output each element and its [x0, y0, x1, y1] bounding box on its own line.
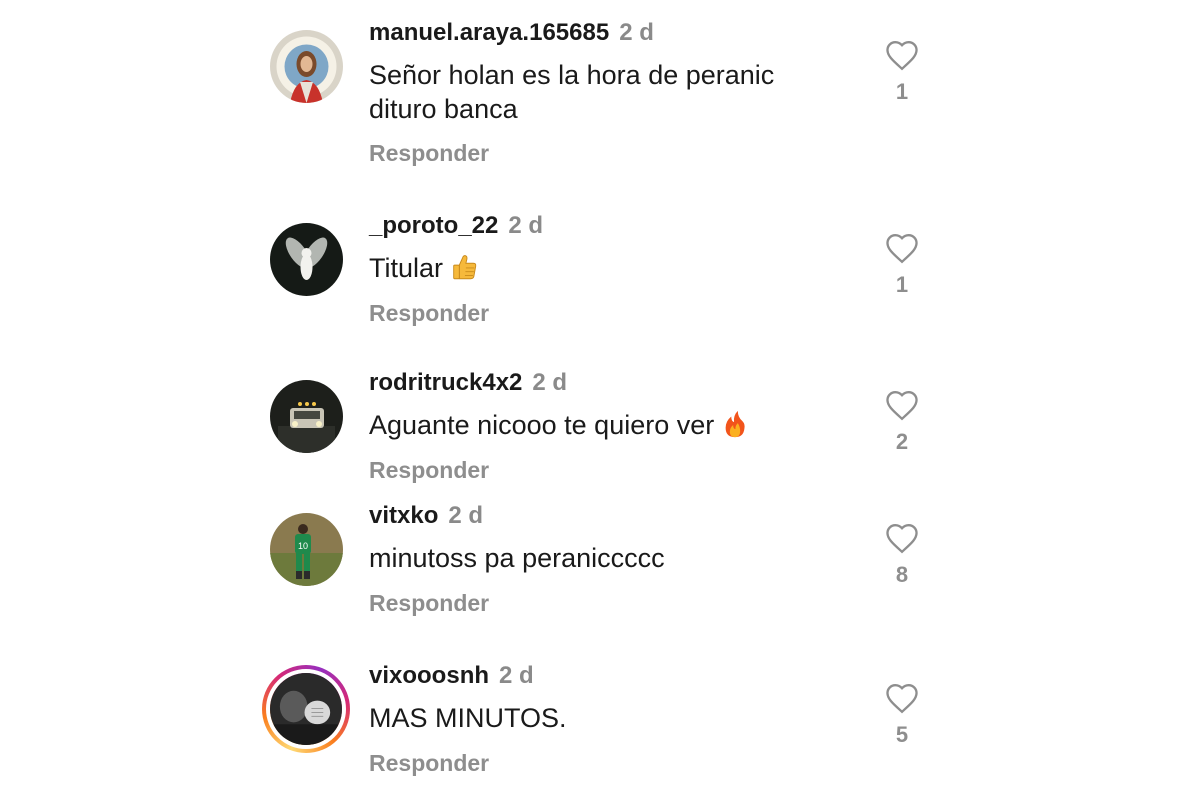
comment-text-content: Titular	[369, 253, 444, 283]
comment-header: vitxko 2 d	[369, 501, 483, 531]
avatar[interactable]	[270, 223, 343, 296]
story-ring-avatar[interactable]	[262, 665, 350, 753]
like-control: 2	[882, 389, 922, 455]
like-count: 1	[895, 272, 909, 297]
comment-text: MAS MINUTOS.	[369, 703, 567, 733]
timestamp: 2 d	[508, 212, 544, 239]
comment-header: rodritruck4x2 2 d	[369, 368, 567, 398]
username[interactable]: vitxko	[369, 502, 438, 529]
timestamp: 2 d	[448, 502, 484, 529]
like-control: 1	[882, 232, 922, 298]
timestamp: 2 d	[619, 19, 654, 46]
timestamp: 2 d	[499, 662, 534, 689]
heart-outline-icon[interactable]	[884, 522, 920, 554]
thumbs-up-emoji	[453, 255, 477, 280]
truck-night-avatar	[270, 380, 343, 453]
avatar[interactable]	[270, 30, 343, 103]
like-count: 5	[895, 722, 909, 747]
fire-emoji	[725, 410, 745, 438]
like-control: 8	[882, 522, 922, 588]
bw-photo-avatar	[266, 669, 346, 749]
comment-text: Señor holan es la hora de peranic dituro…	[369, 60, 775, 124]
reply-button[interactable]: Responder	[369, 589, 489, 617]
like-count: 8	[895, 562, 909, 587]
heart-outline-icon[interactable]	[884, 232, 920, 264]
soccer-player-avatar: 10	[270, 513, 343, 586]
svg-text:10: 10	[298, 541, 308, 551]
username[interactable]: manuel.araya.165685	[369, 19, 609, 46]
comment-text: Titular	[369, 251, 829, 285]
jesus-portrait-avatar	[270, 30, 343, 103]
comment-header: manuel.araya.165685 2 d	[369, 18, 654, 48]
comment-text: minutoss pa peraniccccc	[369, 543, 665, 573]
heart-outline-icon[interactable]	[884, 39, 920, 71]
reply-button[interactable]: Responder	[369, 139, 489, 167]
like-control: 5	[882, 682, 922, 748]
username[interactable]: vixooosnh	[369, 662, 489, 689]
like-count: 1	[895, 79, 909, 104]
comment-header: _poroto_22 2 d	[369, 211, 543, 241]
username[interactable]: _poroto_22	[369, 212, 498, 239]
reply-button[interactable]: Responder	[369, 456, 489, 484]
comment-text: Aguante nicooo te quiero ver	[369, 408, 829, 442]
heart-outline-icon[interactable]	[884, 682, 920, 714]
heart-outline-icon[interactable]	[884, 389, 920, 421]
avatar[interactable]	[270, 380, 343, 453]
timestamp: 2 d	[532, 369, 568, 396]
reply-button[interactable]: Responder	[369, 299, 489, 327]
comment-text-content: Aguante nicooo te quiero ver	[369, 410, 715, 440]
like-count: 2	[895, 429, 909, 454]
like-control: 1	[882, 39, 922, 105]
avatar[interactable]: 10	[270, 513, 343, 586]
fly-insect-avatar	[270, 223, 343, 296]
username[interactable]: rodritruck4x2	[369, 369, 522, 396]
comment-header: vixooosnh 2 d	[369, 661, 534, 691]
reply-button[interactable]: Responder	[369, 749, 489, 777]
